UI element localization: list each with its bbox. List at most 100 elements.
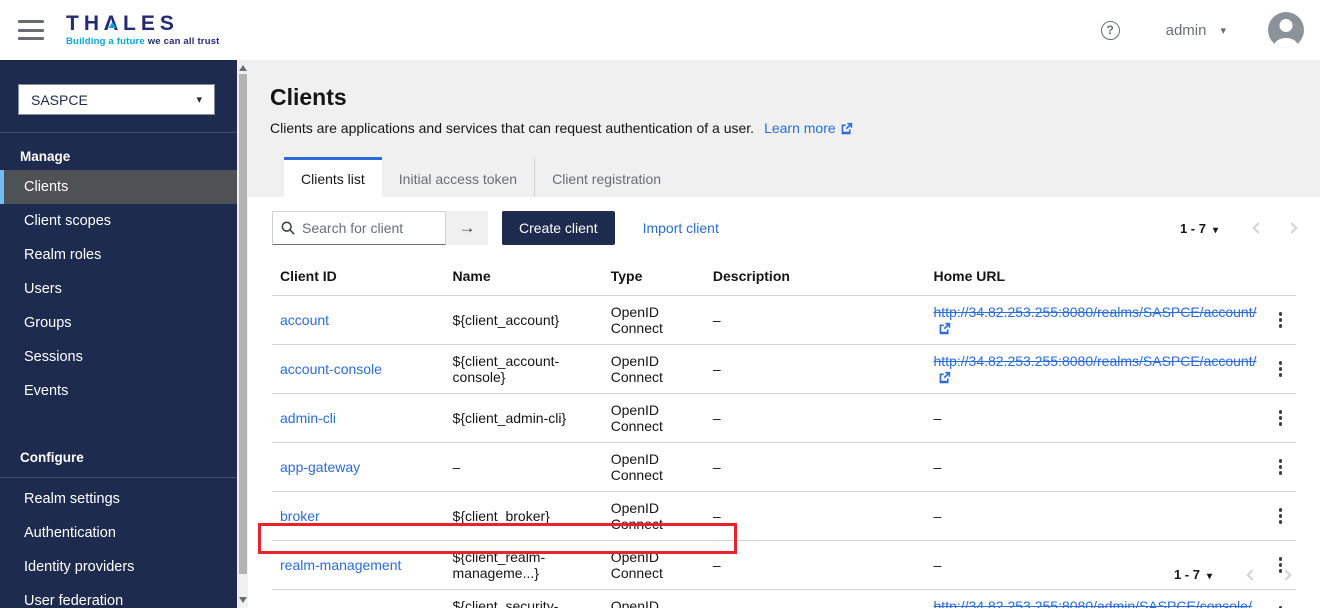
kebab-menu-icon[interactable]	[1273, 407, 1289, 429]
client-description: –	[705, 345, 926, 394]
chevron-down-icon: ▾	[1213, 225, 1218, 236]
scroll-down-icon[interactable]	[237, 594, 248, 606]
page-title: Clients	[270, 84, 1296, 111]
sidebar-item-authentication[interactable]: Authentication	[0, 516, 237, 550]
client-description: –	[705, 590, 926, 608]
user-dropdown[interactable]: admin ▾	[1166, 22, 1226, 39]
tab-initial-access-token[interactable]: Initial access token	[382, 157, 534, 197]
external-link-icon	[840, 122, 853, 135]
nav-section-configure: Configure	[0, 434, 237, 471]
kebab-menu-icon[interactable]	[1273, 603, 1289, 608]
help-icon[interactable]: ?	[1101, 21, 1120, 40]
client-description: –	[705, 492, 926, 541]
pagination-bottom: 1 - 7▾	[1174, 567, 1290, 582]
realm-selector[interactable]: SASPCE ▾	[18, 84, 215, 115]
sidebar-nav: SASPCE ▾ Manage Clients Client scopes Re…	[0, 60, 237, 608]
search-input-wrapper	[272, 211, 446, 245]
client-name: ${client_account-console}	[445, 345, 603, 394]
sidebar-item-groups[interactable]: Groups	[0, 306, 237, 340]
clients-table: Client ID Name Type Description Home URL…	[272, 253, 1296, 608]
client-name: ${client_realm-manageme...}	[445, 541, 603, 590]
column-home-url: Home URL	[926, 253, 1265, 296]
learn-more-link[interactable]: Learn more	[764, 120, 853, 136]
search-input[interactable]	[302, 220, 437, 236]
tab-bar: Clients list Initial access token Client…	[284, 157, 678, 197]
table-row: realm-management ${client_realm-manageme…	[272, 541, 1296, 590]
create-client-button[interactable]: Create client	[502, 211, 615, 245]
client-description: –	[705, 443, 926, 492]
client-id-link[interactable]: broker	[280, 508, 320, 524]
client-type: OpenID Connect	[603, 345, 705, 394]
kebab-menu-icon[interactable]	[1273, 505, 1289, 527]
kebab-menu-icon[interactable]	[1273, 456, 1289, 478]
client-home-url: –	[926, 443, 1265, 492]
toolbar: → Create client Import client 1 - 7▾	[272, 211, 1296, 245]
client-home-url: –	[926, 492, 1265, 541]
table-header-row: Client ID Name Type Description Home URL	[272, 253, 1296, 296]
client-description: –	[705, 394, 926, 443]
tab-clients-list[interactable]: Clients list	[284, 157, 382, 197]
clients-list-panel: → Create client Import client 1 - 7▾ Cli…	[248, 197, 1320, 608]
client-type: OpenID Connect	[603, 541, 705, 590]
client-description: –	[705, 541, 926, 590]
client-description: –	[705, 296, 926, 345]
kebab-menu-icon[interactable]	[1273, 309, 1289, 331]
home-url-link[interactable]: http://34.82.253.255:8080/realms/SASPCE/…	[934, 304, 1257, 320]
tab-client-registration[interactable]: Client registration	[534, 157, 678, 197]
client-id-link[interactable]: realm-management	[280, 557, 401, 573]
scroll-up-icon[interactable]	[237, 62, 248, 74]
column-name: Name	[445, 253, 603, 296]
home-url-link[interactable]: http://34.82.253.255:8080/realms/SASPCE/…	[934, 353, 1257, 369]
search-submit-button[interactable]: →	[446, 211, 488, 245]
table-row-highlighted: app-gateway – OpenID Connect – –	[272, 443, 1296, 492]
client-type: OpenID Connect	[603, 443, 705, 492]
pagination-range-dropdown[interactable]: 1 - 7▾	[1180, 221, 1218, 236]
next-page-icon[interactable]	[1280, 569, 1291, 580]
sidebar-scrollbar[interactable]	[237, 60, 248, 608]
sidebar-item-sessions[interactable]: Sessions	[0, 340, 237, 374]
chevron-down-icon: ▾	[196, 93, 202, 106]
pagination-top: 1 - 7▾	[1180, 221, 1296, 236]
sidebar-item-realm-roles[interactable]: Realm roles	[0, 238, 237, 272]
client-id-link[interactable]: account-console	[280, 361, 382, 377]
kebab-menu-icon[interactable]	[1273, 358, 1289, 380]
next-page-icon[interactable]	[1286, 222, 1297, 233]
column-client-id: Client ID	[272, 253, 445, 296]
sidebar-item-client-scopes[interactable]: Client scopes	[0, 204, 237, 238]
avatar[interactable]	[1268, 12, 1304, 48]
hamburger-menu-icon[interactable]	[18, 20, 44, 40]
sidebar-item-realm-settings[interactable]: Realm settings	[0, 478, 237, 516]
client-id-link[interactable]: admin-cli	[280, 410, 336, 426]
external-link-icon	[938, 371, 951, 384]
client-type: OpenID Connect	[603, 590, 705, 608]
home-url-link[interactable]: http://34.82.253.255:8080/admin/SASPCE/c…	[934, 598, 1252, 608]
client-name: –	[445, 443, 603, 492]
import-client-link[interactable]: Import client	[643, 220, 719, 236]
previous-page-icon[interactable]	[1246, 569, 1257, 580]
page-header: Clients Clients are applications and ser…	[248, 60, 1320, 197]
client-type: OpenID Connect	[603, 296, 705, 345]
sidebar-item-clients[interactable]: Clients	[0, 170, 237, 204]
previous-page-icon[interactable]	[1252, 222, 1263, 233]
main-panel: Clients Clients are applications and ser…	[248, 60, 1320, 608]
client-id-link[interactable]: account	[280, 312, 329, 328]
table-row: broker ${client_broker} OpenID Connect –…	[272, 492, 1296, 541]
column-description: Description	[705, 253, 926, 296]
sidebar-item-identity-providers[interactable]: Identity providers	[0, 550, 237, 584]
sidebar-item-user-federation[interactable]: User federation	[0, 584, 237, 608]
table-row: account-console ${client_account-console…	[272, 345, 1296, 394]
nav-section-manage: Manage	[0, 133, 237, 170]
logo-a-glyph: Λ	[104, 13, 123, 34]
realm-selector-value: SASPCE	[31, 92, 88, 108]
sidebar-item-events[interactable]: Events	[0, 374, 237, 408]
pagination-range-dropdown[interactable]: 1 - 7▾	[1174, 567, 1212, 582]
sidebar-item-users[interactable]: Users	[0, 272, 237, 306]
client-home-url: –	[926, 541, 1265, 590]
client-name: ${client_security-admin-c...}	[445, 590, 603, 608]
logo-text: TH	[66, 13, 104, 34]
scrollbar-thumb[interactable]	[239, 74, 247, 574]
logo-accent-triangle-icon	[108, 22, 116, 28]
search-icon	[281, 221, 295, 235]
client-id-link[interactable]: app-gateway	[280, 459, 360, 475]
logo-tagline: Building a future we can all trust	[66, 37, 220, 47]
